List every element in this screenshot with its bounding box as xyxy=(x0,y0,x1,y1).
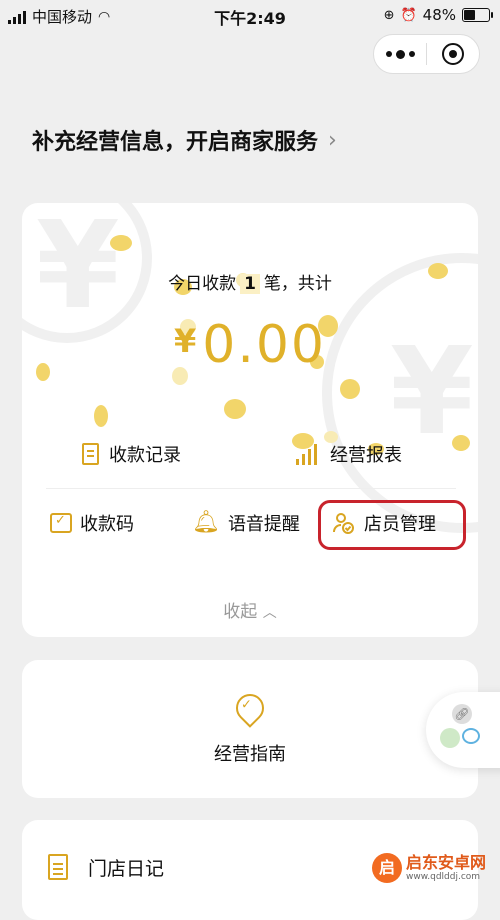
chat-icon xyxy=(462,728,480,744)
status-bar: 中国移动 ◠ 下午2:49 ⊕ ⏰ 48% xyxy=(0,0,500,30)
notebook-icon xyxy=(48,854,68,880)
decor-coin xyxy=(94,405,108,427)
rotation-lock-icon: ⊕ xyxy=(383,7,395,23)
battery-icon xyxy=(462,8,493,22)
payment-records-button[interactable]: 收款记录 xyxy=(82,441,181,467)
bar-chart-icon xyxy=(296,443,320,465)
watermark-logo-icon: 启 xyxy=(372,853,402,883)
watermark: 启 启东安卓网 www.qdlddj.com xyxy=(372,850,498,886)
location-check-icon xyxy=(230,688,270,728)
close-button[interactable] xyxy=(427,43,479,65)
bell-icon: 🔔︎ xyxy=(192,510,220,535)
today-prefix: 今日收款 xyxy=(168,274,237,294)
payment-code-label: 收款码 xyxy=(80,514,134,535)
business-info-link[interactable]: 补充经营信息，开启商家服务 › xyxy=(32,124,337,156)
alarm-icon: ⏰ xyxy=(400,7,417,23)
decor-coin xyxy=(110,235,132,251)
decor-coin xyxy=(224,399,246,419)
payment-summary-card: ¥ ¥ 今日收款1笔，共计 ¥0.00 收款记录 经营报表 收款码 xyxy=(22,203,478,637)
today-amount: ¥0.00 xyxy=(22,315,478,375)
document-icon xyxy=(82,443,99,465)
chevron-right-icon: › xyxy=(328,127,337,153)
voice-alert-button[interactable]: 🔔︎ 语音提醒 xyxy=(192,510,300,536)
business-guide-card[interactable]: 经营指南 xyxy=(22,660,478,798)
collapse-button[interactable]: 收起 ︿ xyxy=(22,597,478,622)
more-button[interactable] xyxy=(374,49,426,59)
watermark-title: 启东安卓网 xyxy=(406,852,487,872)
link-icon: 🔗︎ xyxy=(452,704,472,724)
today-summary: 今日收款 1 笔，共计 xyxy=(22,269,478,294)
miniprogram-capsule xyxy=(373,34,480,74)
business-info-title: 补充经营信息，开启商家服务 xyxy=(32,130,319,155)
floating-share-button[interactable]: 🔗︎ xyxy=(426,692,500,768)
business-report-button[interactable]: 经营报表 xyxy=(296,441,402,467)
watermark-url: www.qdlddj.com xyxy=(406,871,481,882)
amount-value: 0.00 xyxy=(202,315,327,375)
divider xyxy=(46,488,456,489)
qr-code-icon xyxy=(50,513,72,533)
voice-alert-label: 语音提醒 xyxy=(227,514,300,535)
decor-coin xyxy=(452,435,470,451)
business-report-label: 经营报表 xyxy=(330,445,402,466)
avatar xyxy=(440,728,460,748)
battery-percent: 48% xyxy=(422,6,456,24)
business-guide-label: 经营指南 xyxy=(214,744,286,765)
currency-symbol: ¥ xyxy=(173,322,197,360)
collapse-label: 收起 xyxy=(223,602,258,622)
store-diary-label: 门店日记 xyxy=(88,858,165,880)
target-icon xyxy=(442,43,464,65)
chevron-up-icon: ︿ xyxy=(262,605,277,621)
payment-code-button[interactable]: 收款码 xyxy=(50,510,134,536)
today-suffix: 笔，共计 xyxy=(263,274,332,294)
today-count: 1 xyxy=(240,274,260,294)
decor-coin xyxy=(340,379,360,399)
highlight-box xyxy=(318,500,466,550)
payment-records-label: 收款记录 xyxy=(109,445,181,466)
